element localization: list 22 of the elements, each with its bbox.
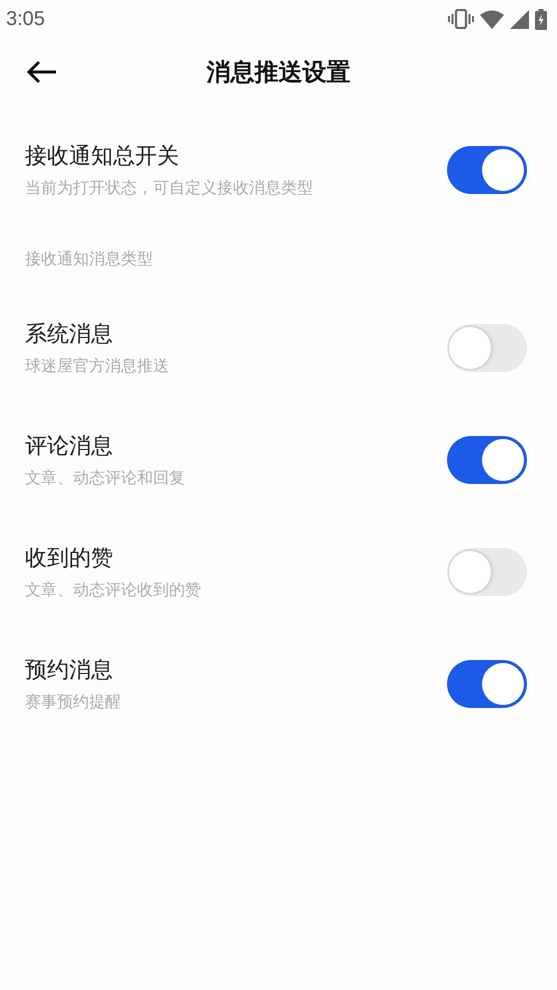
signal-icon bbox=[510, 10, 529, 28]
toggle-switch[interactable] bbox=[447, 324, 527, 372]
toggle-switch[interactable] bbox=[447, 146, 527, 194]
wifi-icon bbox=[480, 10, 504, 28]
section-label: 接收通知消息类型 bbox=[25, 248, 153, 270]
setting-title: 接收通知总开关 bbox=[25, 143, 179, 171]
setting-description: 当前为打开状态，可自定义接收消息类型 bbox=[25, 177, 313, 199]
setting-description: 赛事预约提醒 bbox=[25, 691, 121, 713]
setting-title: 评论消息 bbox=[25, 433, 113, 461]
setting-description: 球迷屋官方消息推送 bbox=[25, 355, 169, 377]
setting-title: 预约消息 bbox=[25, 657, 113, 685]
setting-description: 文章、动态评论和回复 bbox=[25, 467, 185, 489]
page-title: 消息推送设置 bbox=[206, 57, 350, 88]
battery-icon bbox=[535, 8, 547, 30]
toggle-switch[interactable] bbox=[447, 660, 527, 708]
setting-description: 文章、动态评论收到的赞 bbox=[25, 579, 201, 601]
setting-title: 系统消息 bbox=[25, 321, 113, 349]
toggle-switch[interactable] bbox=[447, 436, 527, 484]
vibrate-icon bbox=[448, 9, 474, 29]
setting-title: 收到的赞 bbox=[25, 545, 113, 573]
toggle-switch[interactable] bbox=[447, 548, 527, 596]
status-time: 3:05 bbox=[6, 8, 45, 30]
